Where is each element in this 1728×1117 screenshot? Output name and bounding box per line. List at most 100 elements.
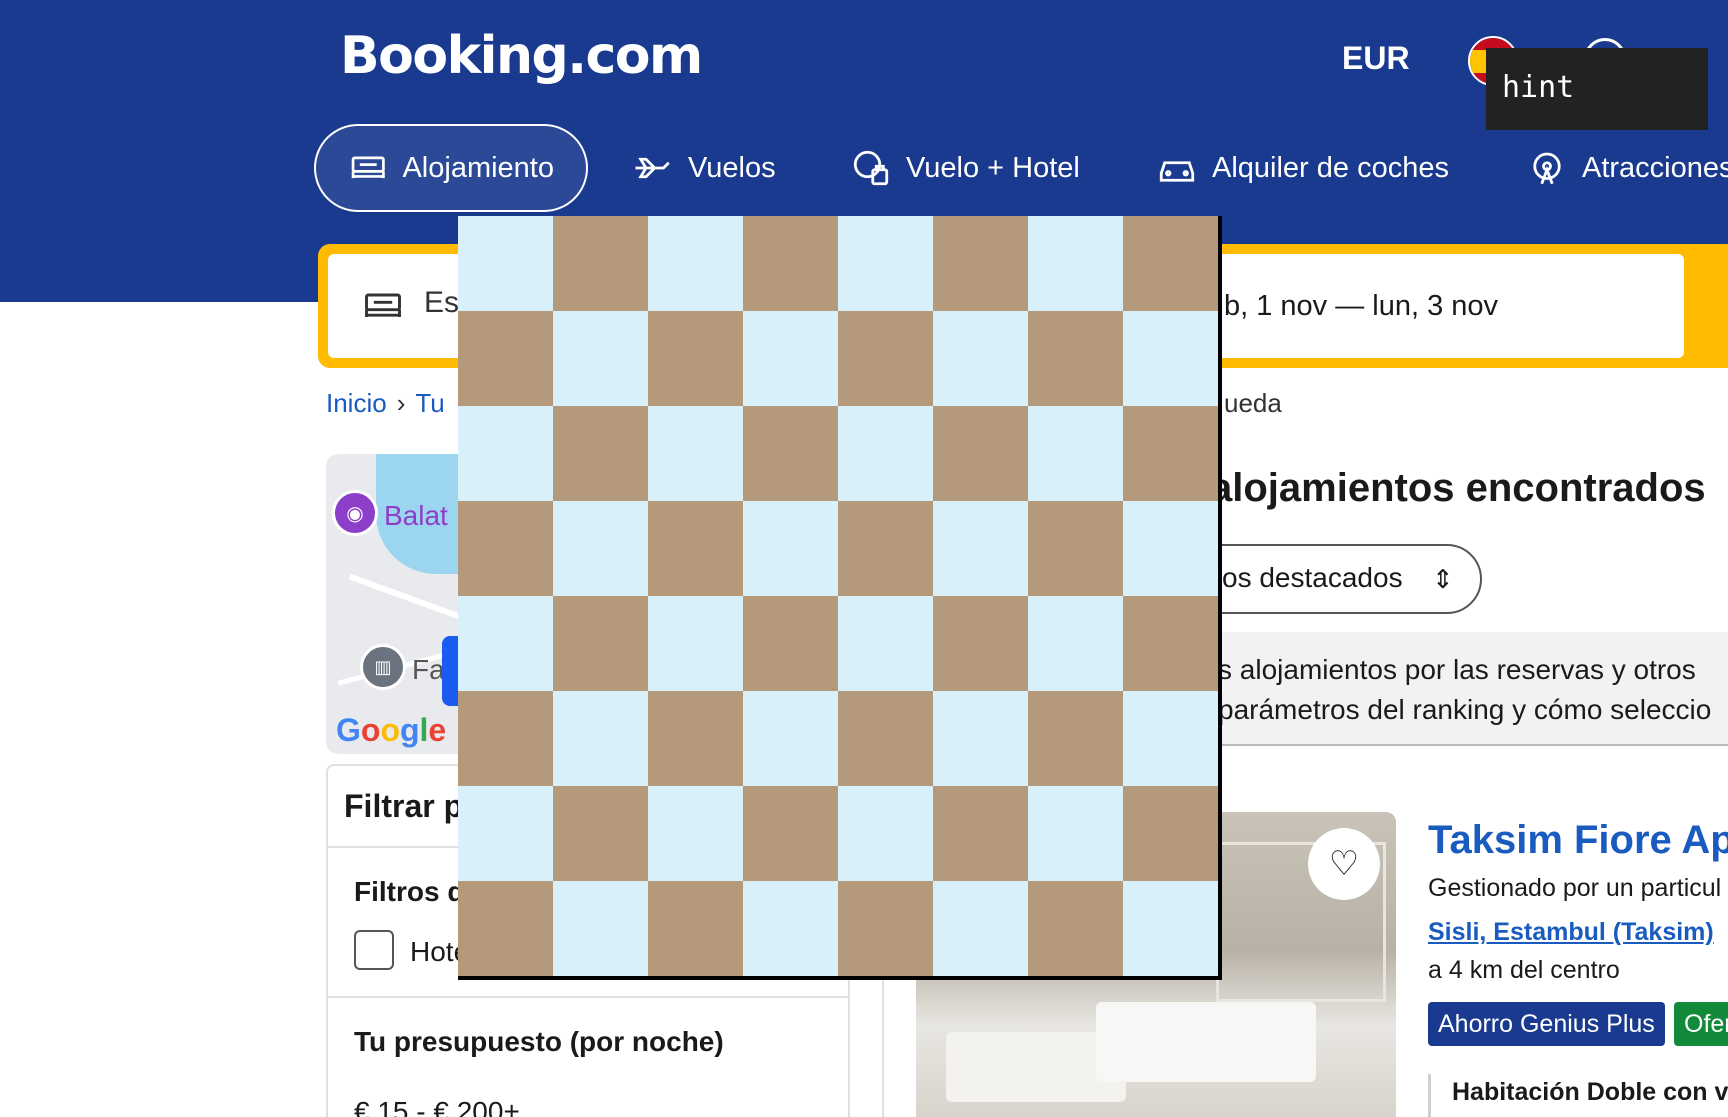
budget-range: € 15 - € 200+ (354, 1096, 520, 1117)
checker-cell (648, 786, 743, 881)
checker-cell (838, 406, 933, 501)
checker-cell (458, 311, 553, 406)
checker-cell (743, 596, 838, 691)
hotel-distance: a 4 km del centro (1428, 956, 1620, 984)
tab-label: Atracciones (1582, 151, 1728, 184)
checker-cell (648, 881, 743, 976)
room-name: Habitación Doble con v (1452, 1078, 1728, 1106)
dates-field[interactable]: b, 1 nov — lun, 3 nov (1224, 290, 1498, 323)
offer-badge: Ofer (1674, 1002, 1728, 1046)
filter-title: Filtrar p (344, 788, 464, 824)
checker-cell (1123, 691, 1218, 786)
plane-icon (635, 157, 670, 179)
checker-cell (743, 311, 838, 406)
camera-icon[interactable]: ◉ (332, 490, 378, 536)
checker-cell (1028, 691, 1123, 786)
checker-cell (933, 501, 1028, 596)
checker-cell (553, 216, 648, 311)
checker-cell (553, 406, 648, 501)
tab-alquiler-coches[interactable]: Alquiler de coches (1124, 124, 1481, 212)
map-label: Balat (384, 500, 448, 531)
room-accent-bar (1428, 1074, 1431, 1117)
bed-icon (351, 156, 385, 179)
checker-cell (1028, 216, 1123, 311)
genius-badge: Ahorro Genius Plus (1428, 1002, 1665, 1046)
checker-cell (1123, 786, 1218, 881)
ranking-notice (1150, 632, 1728, 746)
checker-cell (838, 501, 933, 596)
hotel-name-link[interactable]: Taksim Fiore Ap (1428, 818, 1728, 863)
breadcrumb-home[interactable]: Inicio (326, 388, 387, 418)
checker-cell (458, 216, 553, 311)
results-title: alojamientos encontrados (1210, 466, 1706, 510)
sort-arrows-icon: ⇕ (1432, 564, 1454, 594)
sort-label: os destacados (1222, 562, 1403, 593)
checker-cell (553, 881, 648, 976)
booking-logo[interactable]: Booking.com (340, 26, 703, 86)
checker-cell (458, 881, 553, 976)
checker-cell (648, 311, 743, 406)
tab-alojamiento[interactable]: Alojamiento (314, 124, 588, 212)
checker-cell (933, 596, 1028, 691)
currency-selector[interactable]: EUR (1342, 40, 1410, 77)
search-separator (1690, 254, 1700, 358)
checker-cell (743, 881, 838, 976)
tab-vuelo-hotel[interactable]: Vuelo + Hotel (818, 124, 1112, 212)
checker-cell (553, 311, 648, 406)
breadcrumb-item[interactable]: Tu (415, 388, 444, 418)
heart-icon[interactable]: ♡ (1308, 828, 1380, 900)
map-road (348, 573, 464, 621)
divider (328, 996, 848, 998)
google-logo: Google (336, 712, 447, 748)
checker-cell (933, 786, 1028, 881)
checker-cell (933, 881, 1028, 976)
checker-cell (933, 216, 1028, 311)
checker-cell (1123, 311, 1218, 406)
checker-cell (1028, 596, 1123, 691)
checker-cell (648, 596, 743, 691)
checker-cell (743, 406, 838, 501)
landmark-icon[interactable]: ▥ (360, 644, 406, 690)
checker-cell (1123, 881, 1218, 976)
checker-cell (743, 786, 838, 881)
hotel-checkbox[interactable] (354, 930, 394, 970)
tab-label: Alquiler de coches (1212, 151, 1449, 184)
hint-tooltip: hint (1486, 48, 1708, 130)
chevron-right-icon: › (396, 388, 406, 418)
checker-cell (458, 501, 553, 596)
checker-cell (743, 501, 838, 596)
checker-cell (743, 216, 838, 311)
hotel-manager: Gestionado por un particul (1428, 874, 1722, 902)
checker-cell (838, 881, 933, 976)
checker-cell (648, 406, 743, 501)
checker-cell (1123, 596, 1218, 691)
tab-label: Vuelos (688, 151, 776, 184)
checker-cell (1123, 216, 1218, 311)
checker-cell (933, 691, 1028, 786)
checker-cell (838, 311, 933, 406)
notice-text[interactable]: parámetros del ranking y cómo seleccio (1218, 694, 1711, 726)
checker-cell (1123, 406, 1218, 501)
checker-cell (648, 501, 743, 596)
checker-cell (458, 786, 553, 881)
checker-cell (1028, 786, 1123, 881)
checker-cell (553, 596, 648, 691)
map-label: Fa (412, 654, 445, 685)
checker-cell (838, 216, 933, 311)
hotel-location-link[interactable]: Sisli, Estambul (Taksim) (1428, 918, 1714, 947)
checker-cell (838, 691, 933, 786)
tab-vuelos[interactable]: Vuelos (600, 124, 808, 212)
tab-atracciones[interactable]: Atracciones (1494, 124, 1728, 212)
flight-hotel-icon (853, 150, 889, 186)
checker-cell (458, 691, 553, 786)
breadcrumb-current: ueda (1224, 388, 1282, 418)
checker-cell (838, 596, 933, 691)
photo-bed (1096, 1002, 1316, 1082)
checker-cell (648, 691, 743, 786)
notice-text: s alojamientos por las reservas y otros (1218, 654, 1696, 685)
checker-cell (458, 596, 553, 691)
tab-label: Vuelo + Hotel (906, 151, 1080, 184)
checker-cell (1028, 406, 1123, 501)
breadcrumb: Inicio › Tu (326, 388, 445, 419)
checker-cell (1028, 501, 1123, 596)
